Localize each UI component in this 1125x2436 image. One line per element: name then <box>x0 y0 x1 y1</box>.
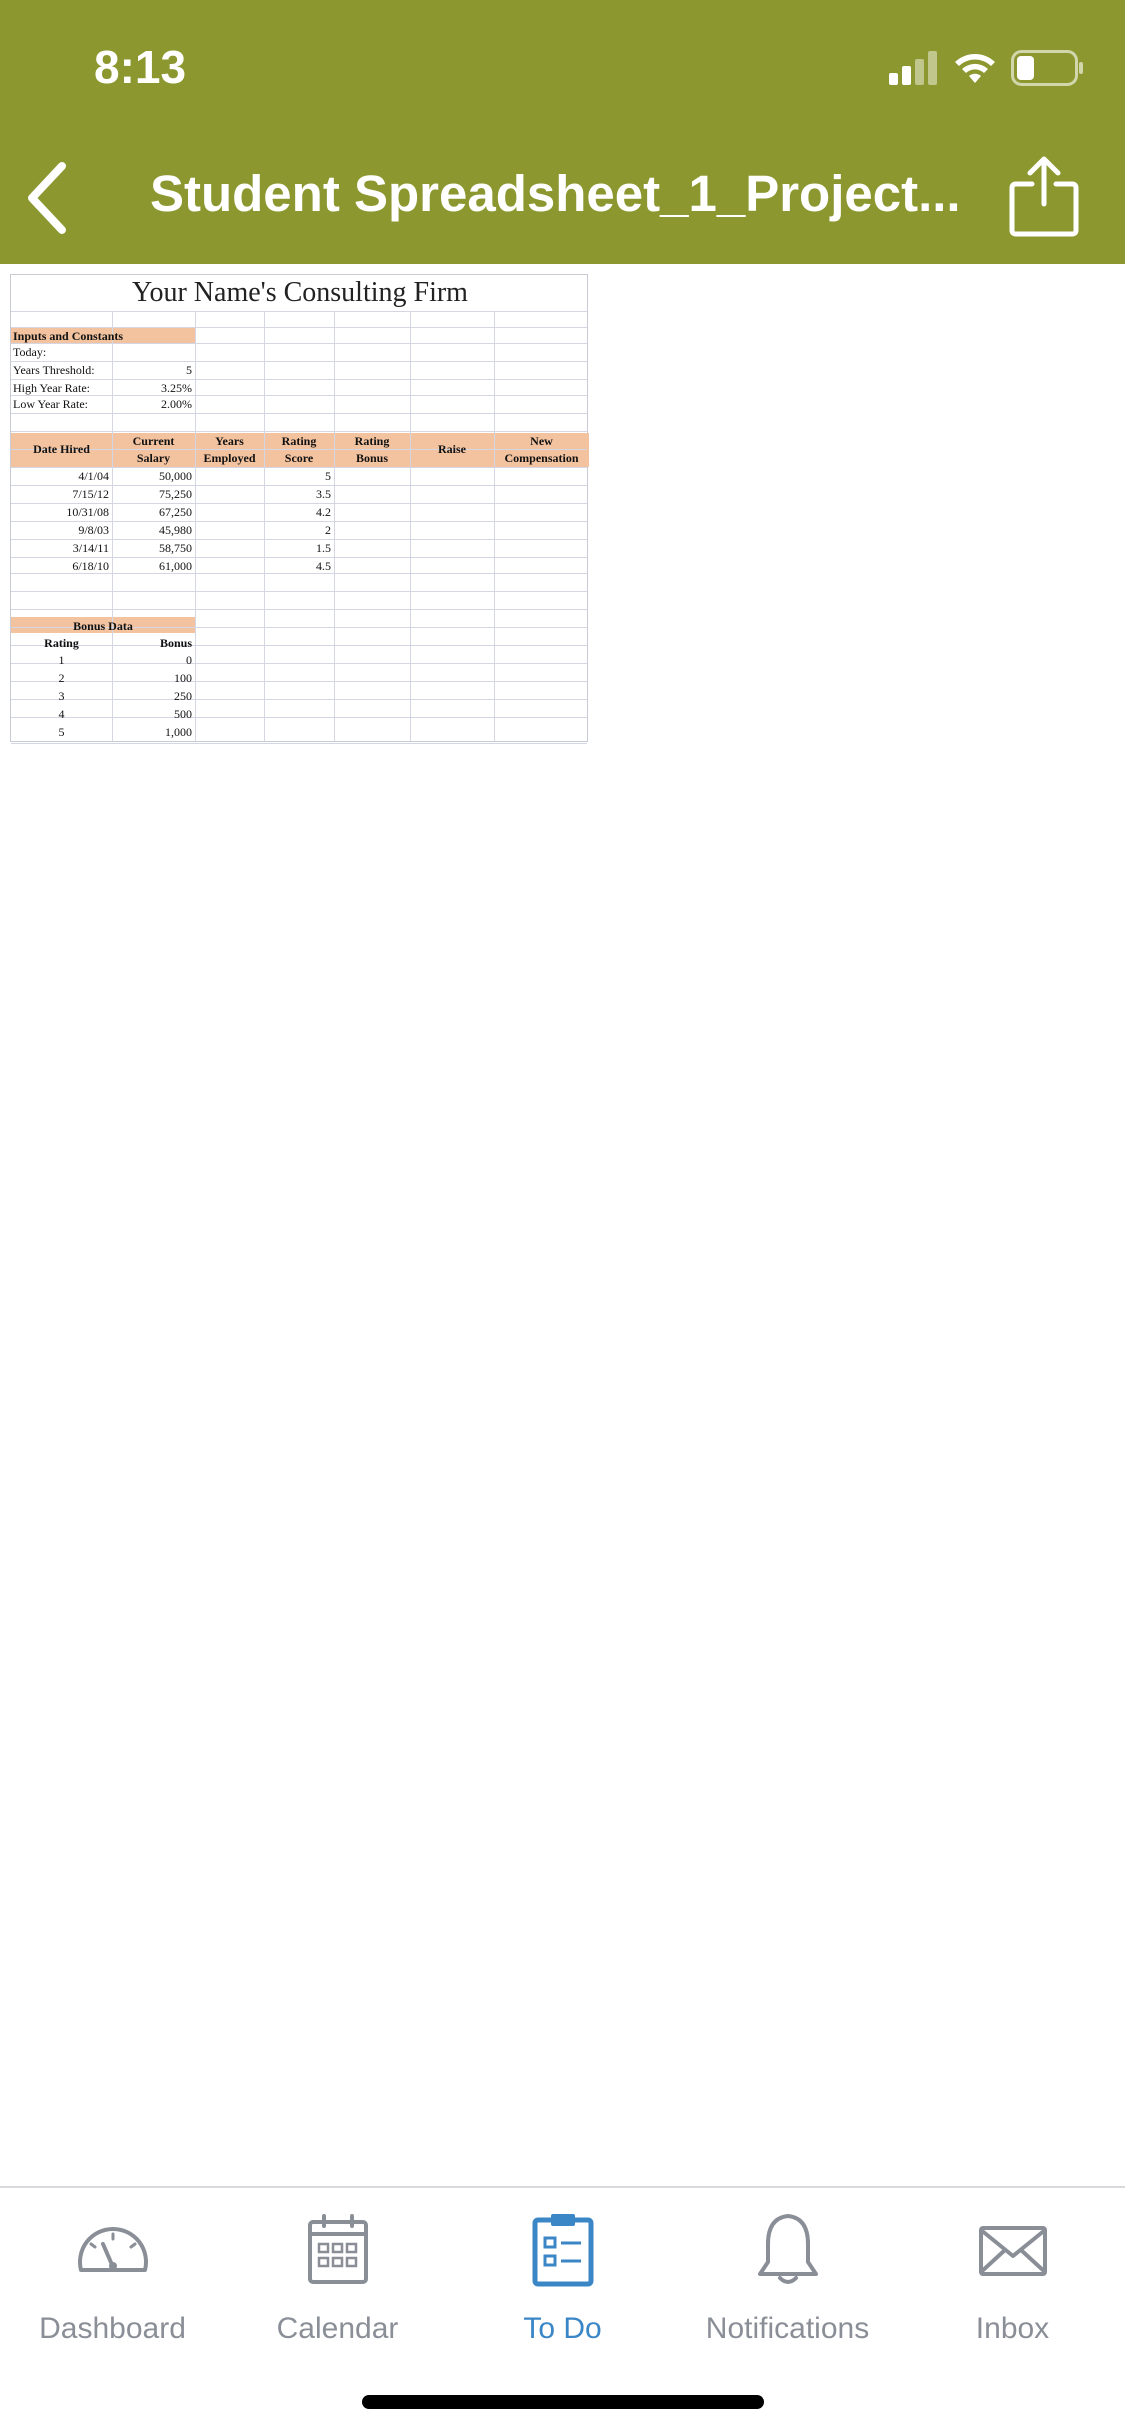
rating-score-cell: 3.5 <box>316 487 331 501</box>
date-hired-cell: 10/31/08 <box>66 505 109 519</box>
bonus-amount-header: Bonus <box>159 636 192 650</box>
column-header-line: Bonus <box>355 451 389 465</box>
rating-score-cell: 4.5 <box>316 559 331 573</box>
salary-cell: 58,750 <box>159 541 192 555</box>
date-hired-cell: 3/14/11 <box>72 541 109 555</box>
battery-icon <box>1011 50 1083 86</box>
inputs-header: Inputs and Constants <box>13 329 124 343</box>
bonus-rating-cell: 2 <box>58 671 65 685</box>
home-indicator <box>362 2395 764 2409</box>
grid-hline <box>11 591 587 592</box>
bonus-rating-cell: 5 <box>58 725 65 739</box>
column-header-line: Date Hired <box>33 442 90 456</box>
date-hired-cell: 4/1/04 <box>78 469 109 483</box>
date-hired-cell: 7/15/12 <box>72 487 109 501</box>
column-header-line: New <box>530 434 553 448</box>
date-hired-cell: 6/18/10 <box>72 559 109 573</box>
spreadsheet-preview[interactable]: Your Name's Consulting Firm Inputs and C… <box>10 274 589 744</box>
bell-icon <box>757 2214 818 2284</box>
input-value: 2.00% <box>161 397 192 411</box>
tab-dashboard[interactable]: Dashboard <box>0 2212 225 2345</box>
tab-label: Notifications <box>705 2312 870 2345</box>
column-header-line: Raise <box>438 442 466 456</box>
clipboard-checklist-icon <box>532 2214 593 2287</box>
bonus-rating-cell: 3 <box>58 689 65 703</box>
bonus-amount-cell: 250 <box>174 689 192 703</box>
status-icons <box>889 48 1085 88</box>
sheet-title: Your Name's Consulting Firm <box>132 277 468 308</box>
rating-score-cell: 5 <box>325 469 331 483</box>
column-header: Current Salary <box>112 433 195 467</box>
grid-hline <box>11 379 587 380</box>
tab-label: Dashboard <box>39 2312 186 2345</box>
column-header: Years Employed <box>195 433 264 467</box>
grid-hline <box>11 395 587 396</box>
grid-vline <box>195 311 196 741</box>
grid-hline <box>11 743 587 744</box>
date-hired-cell: 9/8/03 <box>78 523 109 537</box>
column-header-line: Rating <box>354 434 390 448</box>
salary-cell: 75,250 <box>159 487 192 501</box>
app-header: 8:13 Student Spreadsheet_1_Project... <box>0 0 1125 264</box>
input-label: High Year Rate: <box>13 381 90 395</box>
salary-cell: 45,980 <box>159 523 192 537</box>
column-header-line: Rating <box>281 434 317 448</box>
cellular-signal-icon <box>889 51 937 85</box>
tab-label: Calendar <box>276 2312 399 2345</box>
tab-label: To Do <box>523 2312 602 2345</box>
salary-cell: 50,000 <box>159 469 192 483</box>
input-value: 5 <box>186 363 192 377</box>
rating-score-cell: 4.2 <box>316 505 331 519</box>
bonus-data-header: Bonus Data <box>73 619 133 633</box>
grid-hline <box>11 413 587 414</box>
column-header: Rating Score <box>264 433 334 467</box>
rating-score-cell: 2 <box>325 523 331 537</box>
bonus-amount-cell: 100 <box>174 671 192 685</box>
grid-hline <box>11 431 587 432</box>
input-value: 3.25% <box>161 381 192 395</box>
grid-vline <box>334 311 335 741</box>
salary-cell: 67,250 <box>159 505 192 519</box>
tab-inbox[interactable]: Inbox <box>900 2212 1125 2345</box>
column-header-line: Current <box>132 434 175 448</box>
tab-notifications[interactable]: Notifications <box>675 2212 900 2345</box>
document-title: Student Spreadsheet_1_Project... <box>150 165 961 222</box>
wifi-icon <box>955 54 995 83</box>
input-label: Low Year Rate: <box>13 397 88 411</box>
dashboard-gauge-icon <box>77 2226 148 2272</box>
column-header: Rating Bonus <box>334 433 410 467</box>
rating-score-cell: 1.5 <box>316 541 331 555</box>
input-label: Years Threshold: <box>13 363 95 377</box>
tab-label: Inbox <box>975 2312 1050 2345</box>
envelope-icon <box>978 2226 1047 2276</box>
column-header-line: Compensation <box>504 451 579 465</box>
status-time: 8:13 <box>94 41 187 93</box>
column-header-line: Years <box>215 434 244 448</box>
tab-calendar[interactable]: Calendar <box>225 2212 450 2345</box>
column-header: Raise <box>410 441 494 458</box>
column-header-line: Score <box>284 451 314 465</box>
grid-vline <box>410 311 411 741</box>
salary-cell: 61,000 <box>159 559 192 573</box>
tab-to-do[interactable]: To Do <box>450 2212 675 2345</box>
grid-hline <box>11 609 587 610</box>
bonus-amount-cell: 1,000 <box>165 725 192 739</box>
column-header-line: Salary <box>136 451 171 465</box>
bonus-amount-cell: 0 <box>186 653 192 667</box>
bonus-rating-header: Rating <box>44 636 79 650</box>
share-icon[interactable] <box>1006 154 1082 238</box>
grid-hline <box>11 361 587 362</box>
column-header: New Compensation <box>494 433 589 467</box>
grid-hline <box>11 311 587 312</box>
bonus-rating-cell: 4 <box>58 707 65 721</box>
calendar-icon <box>307 2214 368 2284</box>
bonus-rating-cell: 1 <box>58 653 65 667</box>
input-label: Today: <box>13 345 47 359</box>
grid-vline <box>494 311 495 741</box>
bonus-amount-cell: 500 <box>174 707 192 721</box>
back-chevron-icon[interactable] <box>22 160 72 236</box>
column-header-line: Employed <box>203 451 256 465</box>
column-header: Date Hired <box>11 441 112 458</box>
